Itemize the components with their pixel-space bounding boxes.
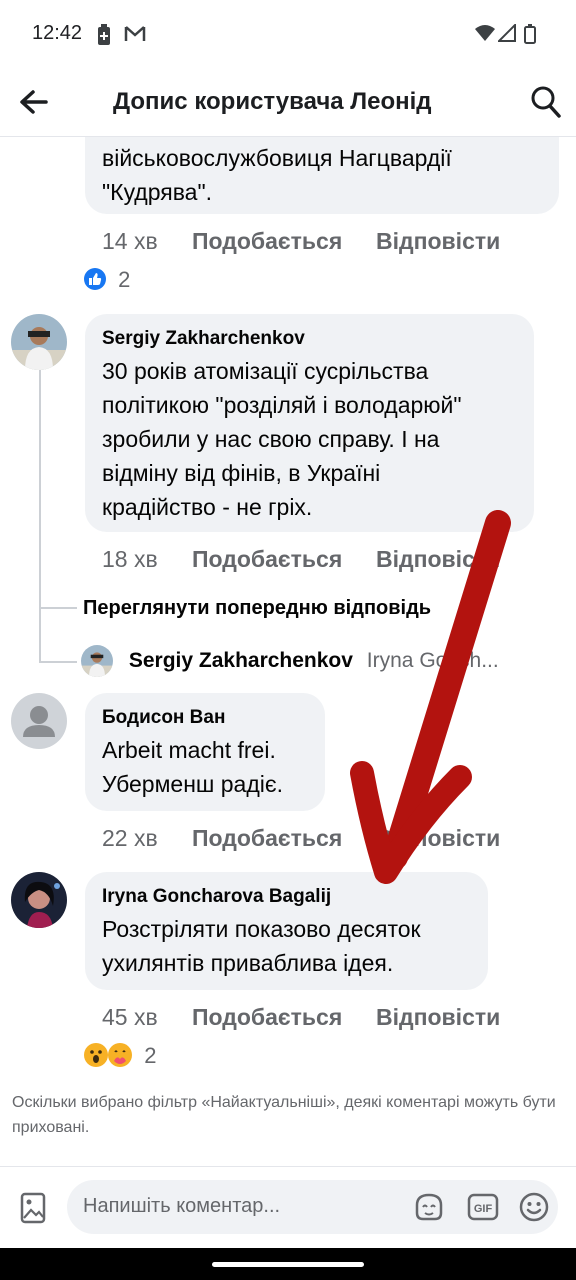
avatar-sticker-icon[interactable] — [413, 1191, 445, 1223]
like-button[interactable]: Подобається — [192, 1004, 342, 1031]
signal-icon — [498, 24, 516, 42]
comment-text-line: зробили у нас свою справу. І на — [102, 426, 440, 452]
comment-text-line: Уберменш радіє. — [102, 771, 283, 797]
svg-text:GIF: GIF — [474, 1203, 493, 1215]
comment-text-line: військовослужбовиця Нагцвардії — [102, 145, 452, 171]
reply-button[interactable]: Відповісти — [376, 825, 500, 852]
comment-text-line: "Кудрява". — [102, 179, 213, 205]
photo-icon[interactable] — [20, 1192, 46, 1224]
page-title: Допис користувача Леонід — [113, 88, 432, 115]
app-bar: Допис користувача Леонід — [0, 70, 576, 137]
comment-composer: Напишіть коментар... GIF — [0, 1166, 576, 1249]
comment-author[interactable]: Iryna Goncharova Bagalij — [102, 886, 331, 908]
gif-icon[interactable]: GIF — [467, 1191, 499, 1223]
comment-input-placeholder: Напишіть коментар... — [83, 1195, 281, 1217]
battery-icon — [524, 24, 536, 44]
reply-preview-text: Iryna Gonch... — [366, 648, 499, 672]
wow-reaction-icon — [84, 1043, 108, 1067]
system-nav-bar — [0, 1248, 576, 1280]
battery-saver-icon — [98, 24, 110, 45]
wifi-icon — [475, 25, 495, 41]
view-previous-reply-link[interactable]: Переглянути попередню відповідь — [83, 597, 431, 620]
care-reaction-icon — [108, 1043, 133, 1067]
comment-bubble[interactable]: Sergiy Zakharchenkov 30 років атомізації… — [85, 314, 534, 532]
comment-text-line: крадійство - не гріх. — [102, 494, 313, 520]
thread-line — [39, 370, 41, 663]
back-arrow-icon[interactable] — [18, 87, 50, 117]
comment-text-line: Arbeit macht frei. — [102, 737, 276, 763]
like-button[interactable]: Подобається — [192, 546, 342, 573]
home-gesture-handle[interactable] — [212, 1262, 364, 1267]
reply-preview-author: Sergiy Zakharchenkov — [128, 648, 353, 672]
comment-time: 14 хв — [102, 228, 158, 254]
avatar — [81, 645, 113, 677]
comment-text-line: 30 років атомізації сусрільства — [102, 358, 429, 384]
avatar[interactable] — [11, 314, 67, 370]
avatar[interactable] — [11, 872, 67, 928]
thread-connector — [39, 661, 77, 663]
comment-input[interactable]: Напишіть коментар... GIF — [67, 1180, 558, 1234]
comments-feed: військовослужбовиця Нагцвардії "Кудрява"… — [0, 137, 576, 1167]
status-time: 12:42 — [32, 22, 83, 44]
comment-text-line: відміну від фінів, в Україні — [102, 460, 381, 486]
emoji-icon[interactable] — [518, 1191, 550, 1223]
comment-text-line: Розстріляти показово десяток — [102, 916, 421, 942]
reply-button[interactable]: Відповісти — [376, 1004, 500, 1031]
comment-meta: 14 хв Подобається Відповісти — [102, 228, 500, 255]
reaction-summary[interactable]: 2 — [84, 1043, 157, 1069]
gmail-icon — [124, 26, 146, 41]
comment-author[interactable]: Sergiy Zakharchenkov — [102, 328, 305, 350]
reply-button[interactable]: Відповісти — [376, 228, 500, 255]
search-icon[interactable] — [530, 85, 562, 119]
comment-text-line: політикою "розділяй і володарюй" — [102, 392, 462, 418]
comment-meta: 18 хв Подобається Відповісти — [102, 546, 500, 573]
reply-button[interactable]: Відповісти — [376, 546, 500, 573]
comment-bubble[interactable]: Бодисон Ван Arbeit macht frei. Уберменш … — [85, 693, 325, 811]
comment-time: 45 хв — [102, 1004, 158, 1030]
comment-author[interactable]: Бодисон Ван — [102, 707, 225, 729]
like-button[interactable]: Подобається — [192, 228, 342, 255]
comment-meta: 22 хв Подобається Відповісти — [102, 825, 500, 852]
thread-connector — [39, 607, 77, 609]
comment-meta: 45 хв Подобається Відповісти — [102, 1004, 500, 1031]
like-button[interactable]: Подобається — [192, 825, 342, 852]
comment-bubble[interactable]: Iryna Goncharova Bagalij Розстріляти пок… — [85, 872, 488, 990]
annotation-arrow — [350, 510, 511, 884]
comment-time: 18 хв — [102, 546, 158, 572]
status-bar: 12:42 — [0, 0, 576, 70]
like-reaction-icon — [84, 268, 106, 290]
comment-text-line: ухилянтів приваблива ідея. — [102, 950, 394, 976]
comment-bubble[interactable]: військовослужбовиця Нагцвардії "Кудрява"… — [85, 137, 559, 214]
reaction-count: 2 — [118, 267, 131, 292]
reply-preview[interactable]: Sergiy Zakharchenkov Iryna Gonch... — [81, 645, 499, 677]
comment-time: 22 хв — [102, 825, 158, 851]
filter-notice: Оскільки вибрано фільтр «Найактуальніші»… — [12, 1094, 556, 1136]
reaction-count: 2 — [144, 1043, 157, 1068]
avatar[interactable] — [11, 693, 67, 749]
reaction-summary[interactable]: 2 — [84, 267, 130, 293]
